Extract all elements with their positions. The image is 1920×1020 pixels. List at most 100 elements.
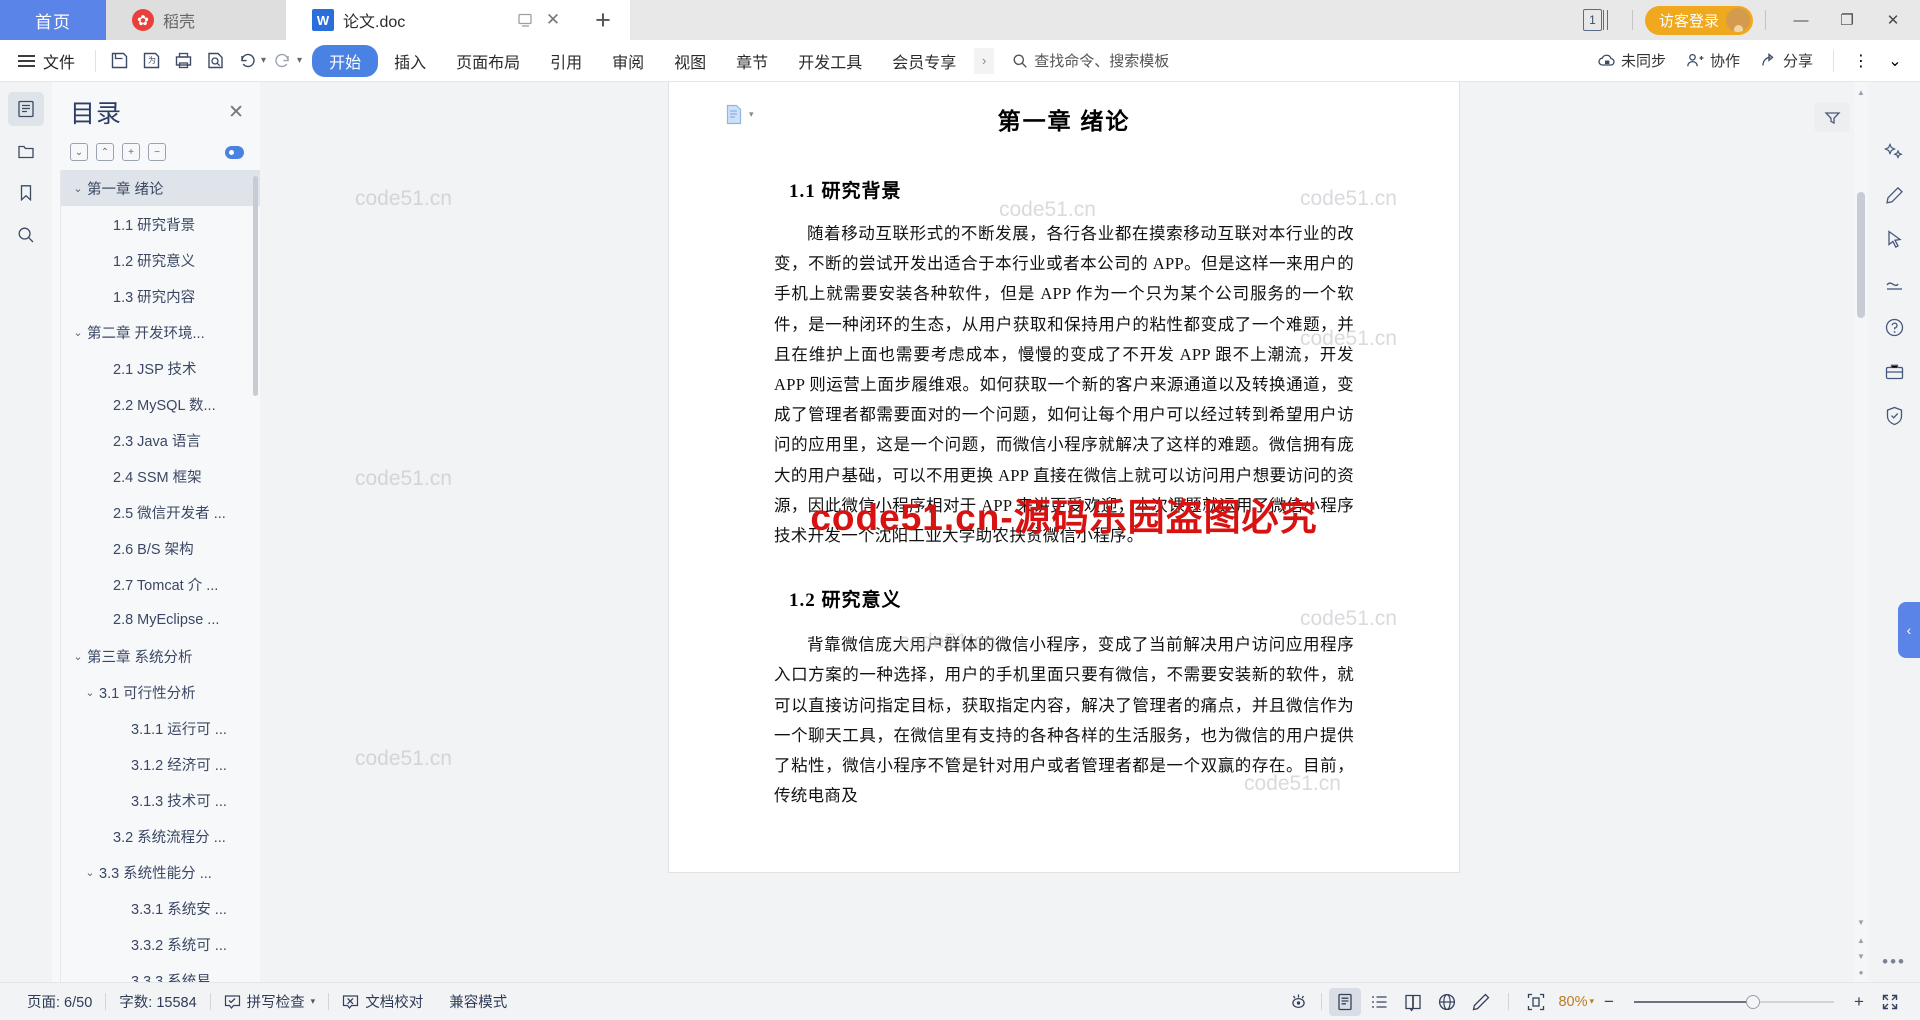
chevron-down-icon[interactable]: ⌄	[69, 650, 87, 663]
ribbon-tab-1[interactable]: 插入	[380, 45, 440, 77]
share-button[interactable]: 分享	[1752, 46, 1821, 75]
page-indicator[interactable]: 页面: 6/50	[14, 989, 105, 1015]
close-window-button[interactable]: ✕	[1870, 0, 1916, 40]
collapse-right-panel-button[interactable]: ‹	[1898, 602, 1920, 658]
redo-icon[interactable]	[268, 46, 298, 76]
outline-item[interactable]: ⌄ 第二章 开发环境...	[61, 314, 260, 350]
document-vertical-scrollbar[interactable]: ▲ ▼ ▲ ▼ ●	[1854, 82, 1868, 982]
spellcheck-button[interactable]: 拼写检查 ▾	[211, 989, 329, 1015]
chevron-down-icon[interactable]: ⌄	[69, 182, 87, 195]
outline-item[interactable]: ⌄3.1.3 技术可 ...	[61, 782, 260, 818]
scroll-down-icon[interactable]: ▼	[1854, 914, 1868, 930]
next-page-icon[interactable]: ▼	[1854, 948, 1868, 964]
outline-item[interactable]: ⌄ 3.1 可行性分析	[61, 674, 260, 710]
select-browse-object-icon[interactable]: ●	[1854, 964, 1868, 980]
file-menu-button[interactable]: 文件	[14, 49, 87, 73]
outline-item[interactable]: ⌄3.3.2 系统可 ...	[61, 926, 260, 962]
outline-scrollbar-thumb[interactable]	[253, 176, 258, 396]
ribbon-tab-4[interactable]: 审阅	[598, 45, 658, 77]
outline-visibility-toggle[interactable]	[225, 145, 244, 159]
chevron-down-icon[interactable]: ⌄	[81, 866, 99, 879]
zoom-out-button[interactable]: −	[1596, 992, 1622, 1012]
document-page[interactable]: ▾ 第一章 绪论 1.1 研究背景 随着移动互联形式的不断发展，各行各业都在摸索…	[669, 82, 1459, 872]
undo-dropdown-icon[interactable]: ▾	[261, 55, 266, 66]
fullscreen-icon[interactable]	[1874, 988, 1906, 1016]
outline-item[interactable]: ⌄3.1.1 运行可 ...	[61, 710, 260, 746]
more-tabs-icon[interactable]: ›	[974, 47, 995, 74]
new-tab-button[interactable]: +	[576, 0, 630, 40]
chevron-down-icon[interactable]: ⌄	[81, 686, 99, 699]
proofread-button[interactable]: 文档校对	[329, 989, 436, 1015]
zoom-slider-knob[interactable]	[1746, 994, 1760, 1009]
ribbon-tab-6[interactable]: 章节	[722, 45, 782, 77]
toolbox-icon[interactable]	[1877, 354, 1911, 388]
outline-view-icon[interactable]	[1363, 988, 1395, 1016]
increase-level-icon[interactable]: +	[122, 143, 140, 161]
outline-item[interactable]: ⌄2.7 Tomcat 介 ...	[61, 566, 260, 602]
undo-icon[interactable]	[232, 46, 262, 76]
outline-close-icon[interactable]: ✕	[228, 101, 244, 124]
outline-item[interactable]: ⌄1.2 研究意义	[61, 242, 260, 278]
ink-icon[interactable]	[1465, 988, 1497, 1016]
ribbon-tab-0[interactable]: 开始	[312, 44, 379, 77]
collapse-ribbon-icon[interactable]: ⌄	[1880, 46, 1910, 76]
zoom-slider[interactable]	[1634, 994, 1834, 1009]
tab-daoke[interactable]: ✿ 稻壳	[106, 0, 286, 40]
chevron-down-icon[interactable]: ⌄	[69, 326, 87, 339]
read-view-icon[interactable]	[1397, 988, 1429, 1016]
customize-quick-access-icon[interactable]: ▾	[297, 55, 302, 66]
ribbon-overflow-icon[interactable]: ⋮	[1846, 46, 1876, 76]
zoom-level-label[interactable]: 80%	[1558, 994, 1587, 1010]
scroll-thumb[interactable]	[1857, 192, 1865, 318]
signature-icon[interactable]	[1877, 266, 1911, 300]
close-tab-icon[interactable]: ✕	[544, 10, 562, 30]
rail-search-icon[interactable]	[8, 218, 44, 252]
pen-edit-icon[interactable]	[1877, 178, 1911, 212]
decrease-level-icon[interactable]: −	[148, 143, 166, 161]
ribbon-tab-2[interactable]: 页面布局	[442, 45, 534, 77]
outline-item[interactable]: ⌄3.3.3 系统易 ...	[61, 962, 260, 983]
print-icon[interactable]	[168, 46, 198, 76]
fit-page-icon[interactable]	[1520, 988, 1552, 1016]
outline-item[interactable]: ⌄2.2 MySQL 数...	[61, 386, 260, 422]
command-search[interactable]: 查找命令、搜索模板	[1012, 50, 1169, 71]
outline-item[interactable]: ⌄2.4 SSM 框架	[61, 458, 260, 494]
zoom-in-button[interactable]: +	[1846, 992, 1872, 1012]
page-format-icon[interactable]: ▾	[724, 104, 754, 125]
outline-list[interactable]: ⌄第一章 绪论⌄1.1 研究背景⌄1.2 研究意义⌄1.3 研究内容⌄第二章 开…	[60, 170, 260, 982]
rail-outline-icon[interactable]	[8, 92, 44, 126]
zoom-dropdown-icon[interactable]: ▾	[1589, 996, 1594, 1007]
collapse-all-icon[interactable]: ⌃	[96, 143, 114, 161]
collaborate-button[interactable]: 协作	[1678, 46, 1748, 75]
minimize-button[interactable]: —	[1778, 0, 1824, 40]
outline-item[interactable]: ⌄ 第一章 绪论	[61, 170, 260, 206]
zoom-slider-track[interactable]	[1634, 994, 1834, 1009]
shield-icon[interactable]	[1877, 398, 1911, 432]
document-canvas[interactable]: code51.cn code51.cn code51.cn ▾ 第一章 绪论 1…	[260, 82, 1868, 982]
outline-item[interactable]: ⌄3.2 系统流程分 ...	[61, 818, 260, 854]
ribbon-tab-8[interactable]: 会员专享	[878, 45, 970, 77]
outline-item[interactable]: ⌄3.3.1 系统安 ...	[61, 890, 260, 926]
ribbon-tab-7[interactable]: 开发工具	[784, 45, 876, 77]
save-icon[interactable]	[104, 46, 134, 76]
ai-assist-icon[interactable]	[1877, 134, 1911, 168]
section-paragraph-1-1[interactable]: 随着移动互联形式的不断发展，各行各业都在摸索移动互联对本行业的改变，不断的尝试开…	[774, 219, 1354, 551]
sync-status-button[interactable]: 未同步	[1589, 46, 1674, 75]
outline-item[interactable]: ⌄1.1 研究背景	[61, 206, 260, 242]
login-button[interactable]: 访客登录	[1644, 5, 1753, 35]
outline-item[interactable]: ⌄ 3.3 系统性能分 ...	[61, 854, 260, 890]
ribbon-tab-3[interactable]: 引用	[536, 45, 596, 77]
word-count[interactable]: 字数: 15584	[106, 989, 209, 1015]
expand-all-icon[interactable]: ⌄	[70, 143, 88, 161]
page-view-icon[interactable]	[1329, 987, 1362, 1016]
outline-item[interactable]: ⌄3.1.2 经济可 ...	[61, 746, 260, 782]
scroll-up-icon[interactable]: ▲	[1854, 84, 1868, 100]
outline-item[interactable]: ⌄2.8 MyEclipse ...	[61, 602, 260, 638]
help-icon[interactable]	[1877, 310, 1911, 344]
cursor-select-icon[interactable]	[1877, 222, 1911, 256]
save-as-icon[interactable]: 为	[136, 46, 166, 76]
right-rail-more-icon[interactable]: •••	[1882, 952, 1906, 972]
outline-item[interactable]: ⌄2.1 JSP 技术	[61, 350, 260, 386]
compatibility-mode-label[interactable]: 兼容模式	[436, 989, 520, 1015]
outline-item[interactable]: ⌄2.3 Java 语言	[61, 422, 260, 458]
